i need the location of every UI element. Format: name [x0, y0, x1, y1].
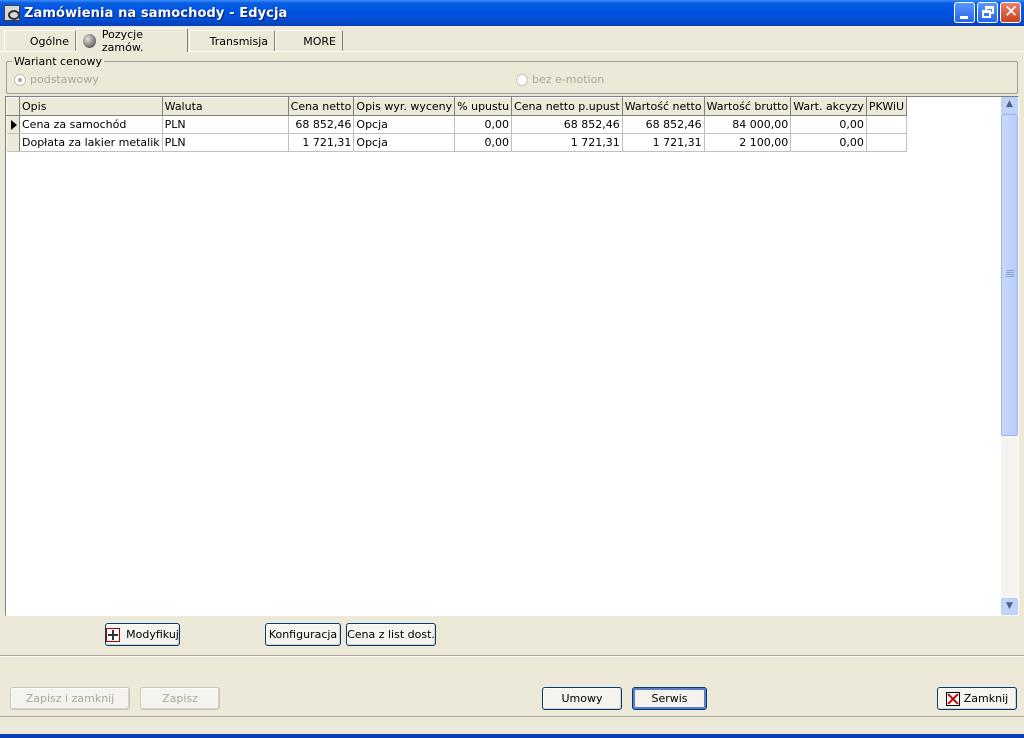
cell-opis-wyceny[interactable]: Opcja [353, 115, 456, 134]
cell-upust[interactable]: 0,00 [454, 133, 513, 152]
save-close-button[interactable]: Zapisz i zamknij [10, 687, 130, 710]
contracts-button[interactable]: Umowy [542, 687, 622, 710]
table-row[interactable]: Cena za samochód PLN 68 852,46 Opcja 0,0… [6, 115, 908, 134]
col-header[interactable]: Cena netto p.upust [511, 97, 623, 116]
title-bar[interactable]: Zamówienia na samochody - Edycja ✕ [0, 0, 1024, 26]
close-label: Zamknij [963, 692, 1009, 705]
col-header[interactable]: Cena netto [287, 97, 355, 116]
cell-opis[interactable]: Dopłata za lakier metalik [19, 133, 163, 152]
radio-label: podstawowy [30, 73, 99, 86]
modify-label: Modyfikuj [126, 628, 179, 641]
tab-label: MORE [303, 34, 336, 48]
chevron-up-icon: ▲ [1006, 99, 1013, 109]
col-header[interactable]: PKWiU [865, 97, 908, 116]
cell-pkwiu[interactable] [866, 133, 908, 152]
cell-wartosc-netto[interactable]: 68 852,46 [622, 115, 705, 134]
save-button[interactable]: Zapisz [140, 687, 220, 710]
close-window-button[interactable]: ✕ [1000, 2, 1021, 23]
cell-opis-wyceny[interactable]: Opcja [353, 133, 456, 152]
cell-wartosc-brutto[interactable]: 2 100,00 [704, 133, 792, 152]
save-close-label: Zapisz i zamknij [25, 692, 115, 705]
row-indicator[interactable] [6, 133, 20, 152]
tab-label: Ogólne [29, 34, 69, 48]
grid-table: Opis Waluta Cena netto Opis wyr. wyceny … [6, 97, 908, 152]
price-list-label: Cena z list dost. [347, 628, 435, 641]
close-icon: ✕ [1004, 2, 1019, 22]
grip-icon [1006, 270, 1014, 277]
vertical-scrollbar[interactable]: ▲ ▼ [1001, 97, 1018, 615]
close-x-icon [945, 691, 960, 706]
col-header[interactable]: Opis wyr. wyceny [353, 97, 456, 116]
price-variant-legend: Wariant cenowy [12, 55, 105, 68]
cell-cena-netto[interactable]: 1 721,31 [288, 133, 355, 152]
col-header[interactable]: Waluta [161, 97, 289, 116]
scroll-thumb[interactable] [1001, 114, 1018, 436]
tab-status-icon [83, 33, 96, 48]
price-variant-group [6, 61, 1018, 94]
service-button[interactable]: Serwis [632, 687, 707, 710]
close-button[interactable]: Zamknij [937, 687, 1017, 710]
cell-pkwiu[interactable] [866, 115, 908, 134]
status-bar [0, 716, 1024, 734]
tab-ogolne[interactable]: Ogólne [4, 30, 76, 51]
cell-opis[interactable]: Cena za samochód [19, 115, 163, 134]
scroll-up-button[interactable]: ▲ [1001, 97, 1018, 114]
cell-cena-po-upuscie[interactable]: 68 852,46 [511, 115, 623, 134]
cell-wartosc-brutto[interactable]: 84 000,00 [704, 115, 792, 134]
cell-waluta[interactable]: PLN [162, 115, 289, 134]
cell-akcyza[interactable]: 0,00 [790, 115, 867, 134]
col-header[interactable]: Wartość netto [621, 97, 705, 116]
cell-cena-netto[interactable]: 68 852,46 [288, 115, 355, 134]
config-label: Konfiguracja [268, 628, 338, 641]
modify-button[interactable]: Modyfikuj [105, 623, 180, 646]
window-controls: ✕ [954, 2, 1021, 23]
col-header[interactable]: % upustu [454, 97, 513, 116]
minimize-button[interactable] [954, 2, 975, 23]
scroll-down-button[interactable]: ▼ [1001, 598, 1018, 615]
separator [0, 655, 1024, 657]
app-icon[interactable] [4, 5, 20, 21]
col-header[interactable]: Wart. akcyzy [790, 97, 867, 116]
radio-label: bez e-motion [532, 73, 605, 86]
tab-more[interactable]: MORE [275, 30, 343, 51]
window-title: Zamówienia na samochody - Edycja [24, 5, 288, 21]
current-row-icon [10, 120, 17, 130]
chevron-down-icon: ▼ [1006, 601, 1013, 611]
cell-wartosc-netto[interactable]: 1 721,31 [622, 133, 705, 152]
col-header[interactable]: Wartość brutto [703, 97, 792, 116]
cell-cena-po-upuscie[interactable]: 1 721,31 [511, 133, 623, 152]
tab-label: Transmisja [209, 34, 268, 48]
radio-unselected-icon [516, 73, 528, 86]
col-header[interactable]: Opis [19, 97, 163, 116]
restore-button[interactable] [977, 2, 998, 23]
cell-waluta[interactable]: PLN [162, 133, 289, 152]
contracts-label: Umowy [561, 692, 603, 705]
tab-label: Pozycje zamów. [101, 27, 144, 54]
price-list-button[interactable]: Cena z list dost. [346, 623, 436, 646]
table-row[interactable]: Dopłata za lakier metalik PLN 1 721,31 O… [6, 133, 908, 152]
positions-grid[interactable]: Opis Waluta Cena netto Opis wyr. wyceny … [5, 96, 1019, 616]
save-label: Zapisz [162, 692, 198, 705]
radio-selected-icon [14, 73, 26, 86]
radio-podstawowy[interactable]: podstawowy [14, 73, 99, 86]
config-button[interactable]: Konfiguracja [265, 623, 341, 646]
minimize-icon [960, 16, 968, 19]
tab-pozycje[interactable]: Pozycje zamów. [76, 27, 188, 54]
service-label: Serwis [651, 692, 688, 705]
grid-header-row: Opis Waluta Cena netto Opis wyr. wyceny … [6, 97, 908, 116]
cell-akcyza[interactable]: 0,00 [790, 133, 867, 152]
tab-strip: Ogólne Pozycje zamów. Transmisja MORE [0, 27, 1024, 54]
tab-transmisja[interactable]: Transmisja [189, 30, 275, 51]
row-indicator[interactable] [6, 115, 20, 134]
radio-bez-emotion[interactable]: bez e-motion [516, 73, 604, 86]
window-bottom-edge [0, 734, 1024, 738]
edit-icon [106, 627, 121, 642]
row-indicator-header [6, 97, 20, 116]
cell-upust[interactable]: 0,00 [454, 115, 513, 134]
